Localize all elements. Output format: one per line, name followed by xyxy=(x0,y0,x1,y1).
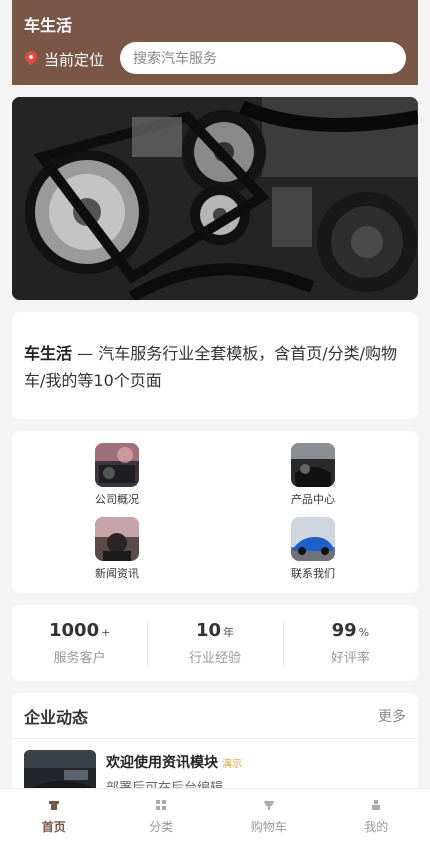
stat-label: 行业经验 xyxy=(188,651,241,666)
stat-unit: + xyxy=(101,626,111,639)
stat-value: 10 xyxy=(195,620,222,641)
user-icon xyxy=(372,800,381,810)
tab-label: 购物车 xyxy=(250,820,287,834)
app-title: 车生活 xyxy=(24,16,73,35)
hero-banner-image[interactable] xyxy=(12,97,418,300)
location-label: 当前定位 xyxy=(44,51,105,69)
stat-label: 好评率 xyxy=(330,651,370,666)
news-title: 企业动态 xyxy=(24,707,89,727)
tab-cart[interactable]: 购物车 xyxy=(215,789,323,844)
stat-value: 99 xyxy=(331,620,357,641)
demo-badge: 演示 xyxy=(222,759,242,770)
stat-unit: % xyxy=(358,626,370,639)
news-photo-icon xyxy=(95,517,139,561)
quick-link-news[interactable]: 新闻资讯 xyxy=(72,517,162,581)
home-icon xyxy=(48,801,59,810)
intro-card: 车生活 — 汽车服务行业全套模板，含首页/分类/购物车/我的等10个页面 xyxy=(12,312,418,419)
stat-unit: 年 xyxy=(223,626,235,639)
tab-home[interactable]: 首页 xyxy=(0,789,108,844)
quick-link-products[interactable]: 产品中心 xyxy=(268,443,358,507)
stats-card: 1000 + 服务客户 10 年 行业经验 99% 好评率 xyxy=(12,605,418,681)
stat-experience: 10 年 行业经验 xyxy=(147,620,282,666)
tab-profile[interactable]: 我的 xyxy=(323,789,430,844)
search-input[interactable]: 搜索汽车服务 xyxy=(120,42,406,74)
news-header: 企业动态 更多 xyxy=(12,693,418,739)
current-location[interactable]: 当前定位 xyxy=(24,49,104,70)
search-placeholder: 搜索汽车服务 xyxy=(133,51,217,67)
tab-label: 首页 xyxy=(41,820,66,834)
stat-label: 服务客户 xyxy=(53,651,106,666)
quick-links-grid: 公司概况 产品中心 新闻资讯 联系我们 xyxy=(12,431,418,593)
stat-value: 1000 xyxy=(49,620,100,641)
blue-car-photo-icon xyxy=(291,517,335,561)
quick-link-label: 联系我们 xyxy=(291,567,335,580)
quick-link-label: 新闻资讯 xyxy=(95,567,139,580)
tab-label: 我的 xyxy=(364,820,389,834)
quick-link-company[interactable]: 公司概况 xyxy=(72,443,162,507)
quick-link-label: 产品中心 xyxy=(291,493,335,506)
intro-text: — 汽车服务行业全套模板，含首页/分类/购物车/我的等10个页面 xyxy=(24,344,397,390)
bottom-tab-bar: 首页 分类 购物车 我的 xyxy=(0,788,430,844)
quick-link-label: 公司概况 xyxy=(95,493,139,506)
tab-label: 分类 xyxy=(149,820,174,834)
grid-icon xyxy=(156,800,167,810)
tab-category[interactable]: 分类 xyxy=(108,789,216,844)
car-interior-photo-icon xyxy=(291,443,335,487)
cart-icon xyxy=(263,801,274,810)
stat-customers: 1000 + 服务客户 xyxy=(12,620,147,666)
location-pin-icon xyxy=(24,51,38,69)
top-header: 车生活 当前定位 搜索汽车服务 xyxy=(12,0,418,85)
news-item-title: 欢迎使用资讯模块 xyxy=(106,755,218,771)
quick-link-contact[interactable]: 联系我们 xyxy=(268,517,358,581)
news-more-link[interactable]: 更多 xyxy=(378,706,406,726)
company-photo-icon xyxy=(95,443,139,487)
intro-brand: 车生活 xyxy=(24,344,73,363)
stat-rating: 99% 好评率 xyxy=(282,620,418,666)
